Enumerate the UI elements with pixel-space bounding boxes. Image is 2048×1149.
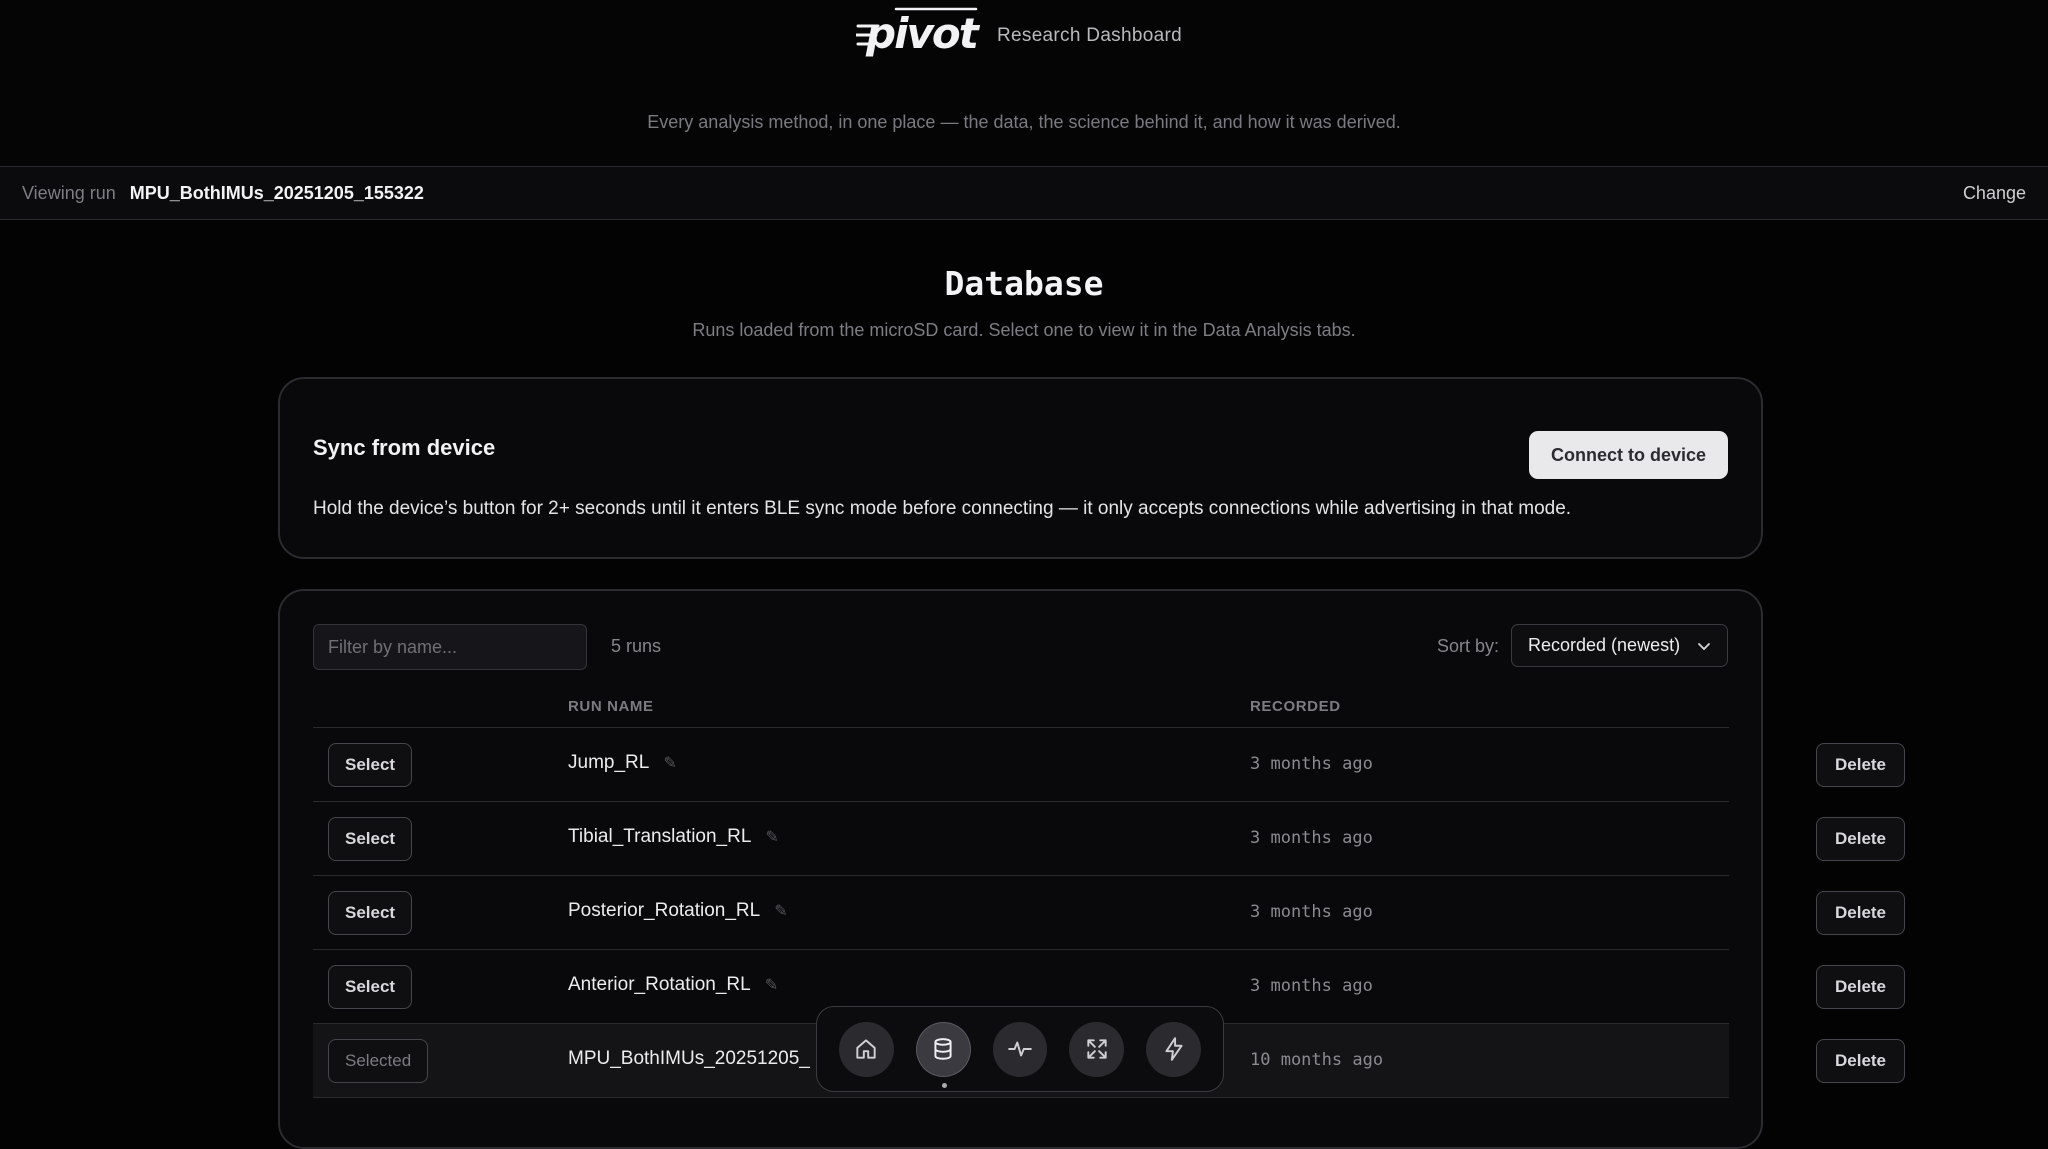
viewing-run-name: MPU_BothIMUs_20251205_155322 xyxy=(129,182,424,203)
select-run-button[interactable]: Select xyxy=(328,891,413,935)
selected-run-button[interactable]: Selected xyxy=(328,1039,429,1083)
page-subtitle: Runs loaded from the microSD card. Selec… xyxy=(692,320,1356,340)
run-recorded: 10 months ago xyxy=(1250,1050,1384,1070)
run-recorded: 3 months ago xyxy=(1250,754,1373,774)
database-icon xyxy=(934,1038,952,1060)
brand: pivot Research Dashboard xyxy=(856,4,1182,68)
active-indicator-dot xyxy=(941,1082,947,1088)
pivot-logo: pivot xyxy=(856,7,981,58)
sort-select[interactable]: Recorded (newest) xyxy=(1511,624,1728,667)
run-name-text: Posterior_Rotation_RL xyxy=(568,900,761,921)
chevron-down-icon xyxy=(1698,642,1710,650)
delete-run-button[interactable]: Delete xyxy=(1816,965,1905,1009)
dock-expand-button[interactable] xyxy=(1069,1021,1125,1077)
table-row: Select Posterior_Rotation_RL ✎ 3 months … xyxy=(313,876,1905,950)
dock-activity-button[interactable] xyxy=(992,1021,1048,1077)
run-name: Anterior_Rotation_RL ✎ xyxy=(568,974,778,996)
tagline: Every analysis method, in one place — th… xyxy=(647,112,1401,132)
viewing-run-label: Viewing run xyxy=(22,182,116,203)
column-header-recorded: RECORDED xyxy=(1250,698,1341,715)
table-header: RUN NAME RECORDED xyxy=(313,686,1729,728)
table-row: Select Jump_RL ✎ 3 months ago Delete xyxy=(313,728,1905,802)
brand-subtitle: Research Dashboard xyxy=(997,25,1182,46)
dock-bolt-button[interactable] xyxy=(1146,1021,1201,1077)
run-name: Jump_RL ✎ xyxy=(568,752,677,774)
home-icon xyxy=(856,1039,877,1059)
top-header: pivot Research Dashboard Every analysis … xyxy=(0,0,2048,166)
run-recorded: 3 months ago xyxy=(1250,902,1373,922)
column-header-run-name: RUN NAME xyxy=(568,698,654,715)
dock-database-button[interactable] xyxy=(915,1021,971,1088)
filter-input[interactable] xyxy=(313,624,587,670)
sync-title: Sync from device xyxy=(313,435,496,460)
delete-run-button[interactable]: Delete xyxy=(1816,1039,1905,1083)
sort-label: Sort by: xyxy=(1436,636,1499,656)
run-name: Posterior_Rotation_RL ✎ xyxy=(568,900,788,922)
pencil-icon[interactable]: ✎ xyxy=(663,753,676,773)
delete-run-button[interactable]: Delete xyxy=(1816,817,1905,861)
sync-card: Sync from device Connect to device Hold … xyxy=(278,377,1763,559)
change-run-button[interactable]: Change xyxy=(1963,183,2026,204)
run-recorded: 3 months ago xyxy=(1250,976,1373,996)
run-name-text: Jump_RL xyxy=(568,752,650,773)
run-recorded: 3 months ago xyxy=(1250,828,1373,848)
select-run-button[interactable]: Select xyxy=(328,743,413,787)
pencil-icon[interactable]: ✎ xyxy=(774,901,787,921)
table-row: Select Tibial_Translation_RL ✎ 3 months … xyxy=(313,802,1905,876)
sync-hint: Hold the device’s button for 2+ seconds … xyxy=(313,498,1572,519)
run-name-text: Tibial_Translation_RL xyxy=(568,826,752,847)
delete-run-button[interactable]: Delete xyxy=(1816,743,1905,787)
connect-device-button[interactable]: Connect to device xyxy=(1529,431,1728,479)
run-name: MPU_BothIMUs_20251205_ xyxy=(568,1048,810,1070)
delete-run-button[interactable]: Delete xyxy=(1816,891,1905,935)
svg-text:pivot: pivot xyxy=(865,9,981,58)
pencil-icon[interactable]: ✎ xyxy=(765,827,778,847)
page-title: Database xyxy=(944,264,1104,303)
viewing-run-bar: Viewing run MPU_BothIMUs_20251205_155322… xyxy=(0,166,2048,220)
pencil-icon[interactable]: ✎ xyxy=(765,975,778,995)
select-run-button[interactable]: Select xyxy=(328,817,413,861)
dock-home-button[interactable] xyxy=(839,1021,894,1077)
run-name-text: Anterior_Rotation_RL xyxy=(568,974,751,995)
activity-icon xyxy=(1008,1041,1032,1057)
run-name: Tibial_Translation_RL ✎ xyxy=(568,826,779,848)
run-count: 5 runs xyxy=(611,636,662,656)
run-name-text: MPU_BothIMUs_20251205_ xyxy=(568,1048,810,1069)
sort-value: Recorded (newest) xyxy=(1528,635,1681,655)
expand-icon xyxy=(1087,1039,1107,1059)
bottom-dock xyxy=(816,1006,1224,1092)
bolt-icon xyxy=(1165,1037,1183,1061)
select-run-button[interactable]: Select xyxy=(328,965,413,1009)
